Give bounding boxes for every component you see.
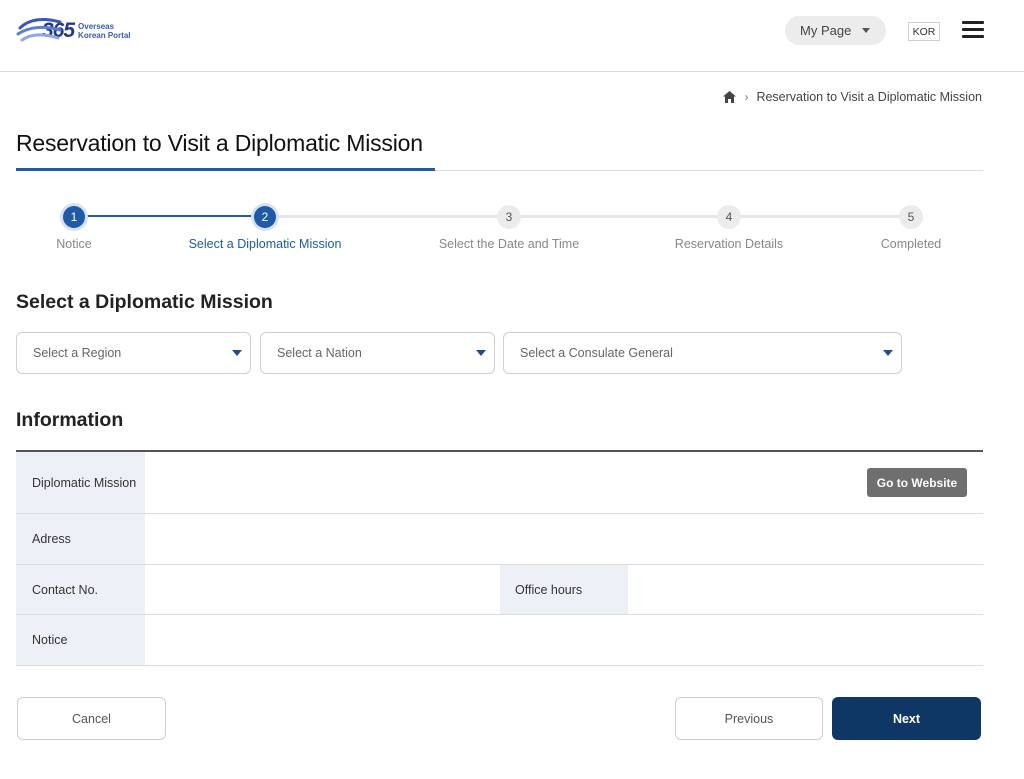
hamburger-menu-icon[interactable] bbox=[962, 21, 984, 39]
logo-line2: Korean Portal bbox=[78, 31, 131, 40]
consulate-select[interactable]: Select a Consulate General bbox=[503, 332, 902, 374]
language-button[interactable]: KOR bbox=[908, 22, 940, 41]
region-select-placeholder: Select a Region bbox=[33, 346, 122, 360]
my-page-dropdown[interactable]: My Page bbox=[785, 16, 886, 45]
select-mission-heading: Select a Diplomatic Mission bbox=[16, 291, 273, 313]
breadcrumb: › Reservation to Visit a Diplomatic Miss… bbox=[723, 90, 982, 104]
address-label: Adress bbox=[16, 514, 145, 564]
office-hours-label: Office hours bbox=[500, 565, 628, 614]
site-header: 365 Overseas Korean Portal My Page KOR bbox=[0, 0, 1024, 72]
table-row: Adress bbox=[16, 514, 983, 565]
previous-button[interactable]: Previous bbox=[675, 697, 823, 740]
consulate-select-placeholder: Select a Consulate General bbox=[520, 346, 673, 360]
nation-select-placeholder: Select a Nation bbox=[277, 346, 362, 360]
dropdown-arrow-icon bbox=[883, 350, 893, 356]
dropdown-arrow-icon bbox=[476, 350, 486, 356]
progress-stepper: 1 2 3 4 5 Notice Select a Diplomatic Mis… bbox=[0, 200, 1024, 260]
information-heading: Information bbox=[16, 409, 124, 431]
step-3-dot: 3 bbox=[497, 205, 521, 229]
portal-logo[interactable]: 365 Overseas Korean Portal bbox=[16, 14, 131, 48]
step-4-dot: 4 bbox=[717, 205, 741, 229]
step-1-label: Notice bbox=[56, 237, 92, 251]
home-icon[interactable] bbox=[723, 91, 737, 103]
logo-text: Overseas Korean Portal bbox=[78, 22, 130, 40]
step-5-dot: 5 bbox=[899, 205, 923, 229]
mission-label: Diplomatic Mission bbox=[16, 452, 145, 513]
logo-line1: Overseas bbox=[78, 22, 115, 31]
go-to-website-button[interactable]: Go to Website bbox=[867, 468, 967, 497]
step-1-dot: 1 bbox=[63, 206, 85, 228]
region-select[interactable]: Select a Region bbox=[16, 332, 251, 374]
dropdown-arrow-icon bbox=[232, 350, 242, 356]
contact-label: Contact No. bbox=[16, 565, 145, 614]
nation-select[interactable]: Select a Nation bbox=[260, 332, 495, 374]
next-button[interactable]: Next bbox=[832, 697, 981, 740]
step-2-dot: 2 bbox=[254, 206, 276, 228]
step-connector-todo bbox=[265, 215, 911, 218]
step-connector-done bbox=[74, 215, 265, 217]
chevron-right-icon: › bbox=[744, 90, 749, 104]
chevron-down-icon bbox=[862, 28, 870, 33]
logo-swoosh-icon bbox=[16, 18, 62, 42]
step-2-label: Select a Diplomatic Mission bbox=[188, 237, 342, 251]
information-table: Diplomatic Mission Go to Website Adress … bbox=[16, 450, 983, 666]
my-page-label: My Page bbox=[800, 23, 852, 38]
step-5-label: Completed bbox=[880, 237, 942, 251]
step-3-label: Select the Date and Time bbox=[438, 237, 580, 251]
page-title: Reservation to Visit a Diplomatic Missio… bbox=[16, 130, 423, 156]
cancel-button[interactable]: Cancel bbox=[17, 697, 166, 740]
notice-label: Notice bbox=[16, 615, 145, 665]
title-accent-underline bbox=[16, 168, 435, 171]
breadcrumb-current: Reservation to Visit a Diplomatic Missio… bbox=[756, 90, 982, 104]
step-4-label: Reservation Details bbox=[674, 237, 784, 251]
table-row: Diplomatic Mission Go to Website bbox=[16, 452, 983, 514]
table-row: Contact No. Office hours bbox=[16, 565, 983, 615]
table-row: Notice bbox=[16, 615, 983, 666]
